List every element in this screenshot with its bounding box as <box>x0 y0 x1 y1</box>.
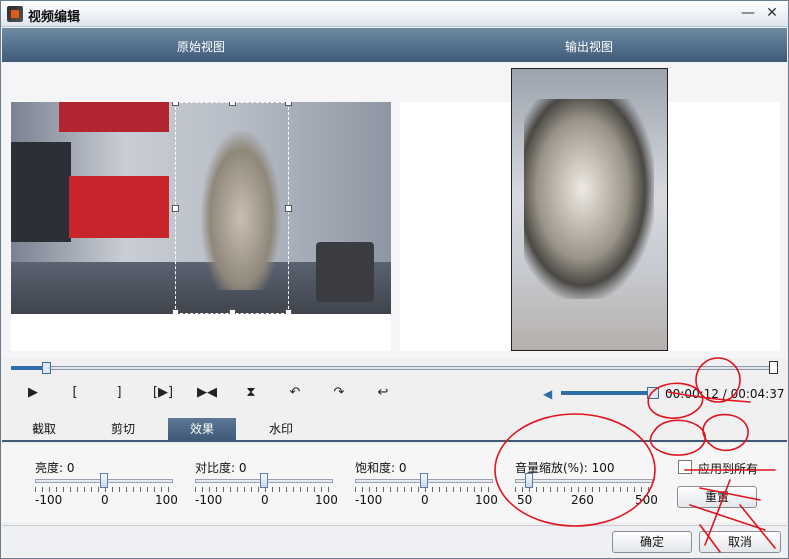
window-title: 视频编辑 <box>28 10 81 25</box>
crop-handle-top-right[interactable] <box>285 102 292 106</box>
preview-area <box>2 62 787 358</box>
rotate-left-button[interactable]: ↶ <box>283 383 307 403</box>
crop-rectangle[interactable] <box>172 102 292 314</box>
seek-track[interactable] <box>11 366 778 370</box>
volume-scale-track[interactable] <box>515 479 653 483</box>
contrast-max: 100 <box>315 493 338 507</box>
volume-scale-slider[interactable]: 音量缩放(%): 100 50 260 500 <box>515 444 658 514</box>
step-button[interactable]: [▶] <box>151 383 175 403</box>
seek-thumb[interactable] <box>42 362 52 374</box>
output-view-panel <box>400 68 780 351</box>
cancel-button[interactable]: 取消 <box>699 531 781 553</box>
flip-vertical-button[interactable]: ⧗ <box>239 383 263 403</box>
contrast-label: 对比度: 0 <box>195 461 247 475</box>
original-view-panel <box>11 102 391 351</box>
seek-end-marker[interactable] <box>769 361 778 374</box>
seek-bar[interactable] <box>11 361 778 374</box>
crop-handle-left[interactable] <box>172 205 179 212</box>
seek-fill <box>11 366 47 370</box>
saturation-min: -100 <box>355 493 383 507</box>
brightness-label: 亮度: 0 <box>35 461 75 475</box>
tab-watermark[interactable]: 水印 <box>247 418 315 440</box>
saturation-ticks <box>355 487 493 492</box>
volume-fill <box>561 391 648 395</box>
output-video-frame <box>511 68 668 351</box>
saturation-mid: 0 <box>421 493 429 507</box>
volume-scale-mid: 260 <box>571 493 594 507</box>
rotate-right-button[interactable]: ↷ <box>327 383 351 403</box>
volume-scale-min: 50 <box>517 493 533 507</box>
frame-detail <box>11 142 71 242</box>
contrast-slider[interactable]: 对比度: 0 -100 0 100 <box>195 444 338 514</box>
brightness-mid: 0 <box>101 493 109 507</box>
time-readout: 00:00:12 / 00:04:37 <box>665 387 785 401</box>
reset-button[interactable]: 重置 <box>677 486 757 508</box>
crop-handle-bottom-left[interactable] <box>172 309 179 314</box>
speaker-icon[interactable]: ◀ <box>543 388 557 400</box>
contrast-min: -100 <box>195 493 223 507</box>
frame-detail <box>316 242 374 302</box>
apply-all-checkbox[interactable] <box>678 460 692 474</box>
video-edit-window: 视频编辑 — ✕ 原始视图 输出视图 ▶ [] [▶] ▶◀ ⧗ ↶ ↷ ↩ … <box>0 0 789 559</box>
volume-scale-thumb[interactable] <box>524 473 533 488</box>
volume-thumb[interactable] <box>647 387 659 399</box>
contrast-ticks <box>195 487 333 492</box>
brightness-slider[interactable]: 亮度: 0 -100 0 100 <box>35 444 178 514</box>
brightness-thumb[interactable] <box>100 473 108 488</box>
tab-trim[interactable]: 剪切 <box>89 418 157 440</box>
brightness-max: 100 <box>155 493 178 507</box>
contrast-thumb[interactable] <box>260 473 268 488</box>
skip-button[interactable]: ▶◀ <box>195 383 219 403</box>
original-video-frame <box>11 102 391 314</box>
dog-image <box>524 99 654 299</box>
volume-scale-max: 500 <box>635 493 658 507</box>
play-button[interactable]: ▶ <box>21 383 45 403</box>
playback-controls: ▶ [ ] [▶] ▶◀ ⧗ ↶ ↷ ↩ ◀ 00:00:12 / 00:04:… <box>1 379 788 409</box>
contrast-mid: 0 <box>261 493 269 507</box>
apply-all-label[interactable]: 应用到所有 <box>698 460 758 477</box>
ok-button[interactable]: 确定 <box>612 531 692 553</box>
tab-bar: 截取 剪切 效果 水印 <box>2 418 787 442</box>
view-headers: 原始视图 输出视图 <box>2 28 787 62</box>
original-view-label: 原始视图 <box>177 40 226 54</box>
title-bar: 视频编辑 — ✕ <box>1 1 788 27</box>
crop-handle-right[interactable] <box>285 205 292 212</box>
saturation-slider[interactable]: 饱和度: 0 -100 0 100 <box>355 444 498 514</box>
crop-handle-top-left[interactable] <box>172 102 179 106</box>
tab-effects[interactable]: 效果 <box>168 418 236 440</box>
crop-handle-top[interactable] <box>229 102 236 106</box>
brightness-min: -100 <box>35 493 63 507</box>
volume-scale-ticks <box>515 487 653 492</box>
undo-button[interactable]: ↩ <box>371 383 395 403</box>
close-button[interactable]: ✕ <box>761 3 783 23</box>
mark-out-button[interactable]: ] <box>107 383 131 403</box>
dialog-footer: 确定 取消 <box>2 525 787 558</box>
output-view-label: 输出视图 <box>565 40 614 54</box>
frame-detail <box>69 176 169 238</box>
minimize-button[interactable]: — <box>737 3 759 23</box>
saturation-label: 饱和度: 0 <box>355 461 407 475</box>
video-app-icon <box>7 6 23 22</box>
tab-crop[interactable]: 截取 <box>10 418 78 440</box>
mark-in-button[interactable]: [ <box>63 383 87 403</box>
crop-handle-bottom-right[interactable] <box>285 309 292 314</box>
frame-detail <box>59 102 169 132</box>
saturation-max: 100 <box>475 493 498 507</box>
brightness-ticks <box>35 487 173 492</box>
effects-panel: 亮度: 0 -100 0 100 对比度: 0 -100 0 100 饱和度: … <box>2 444 787 522</box>
crop-handle-bottom[interactable] <box>229 309 236 314</box>
saturation-thumb[interactable] <box>420 473 428 488</box>
